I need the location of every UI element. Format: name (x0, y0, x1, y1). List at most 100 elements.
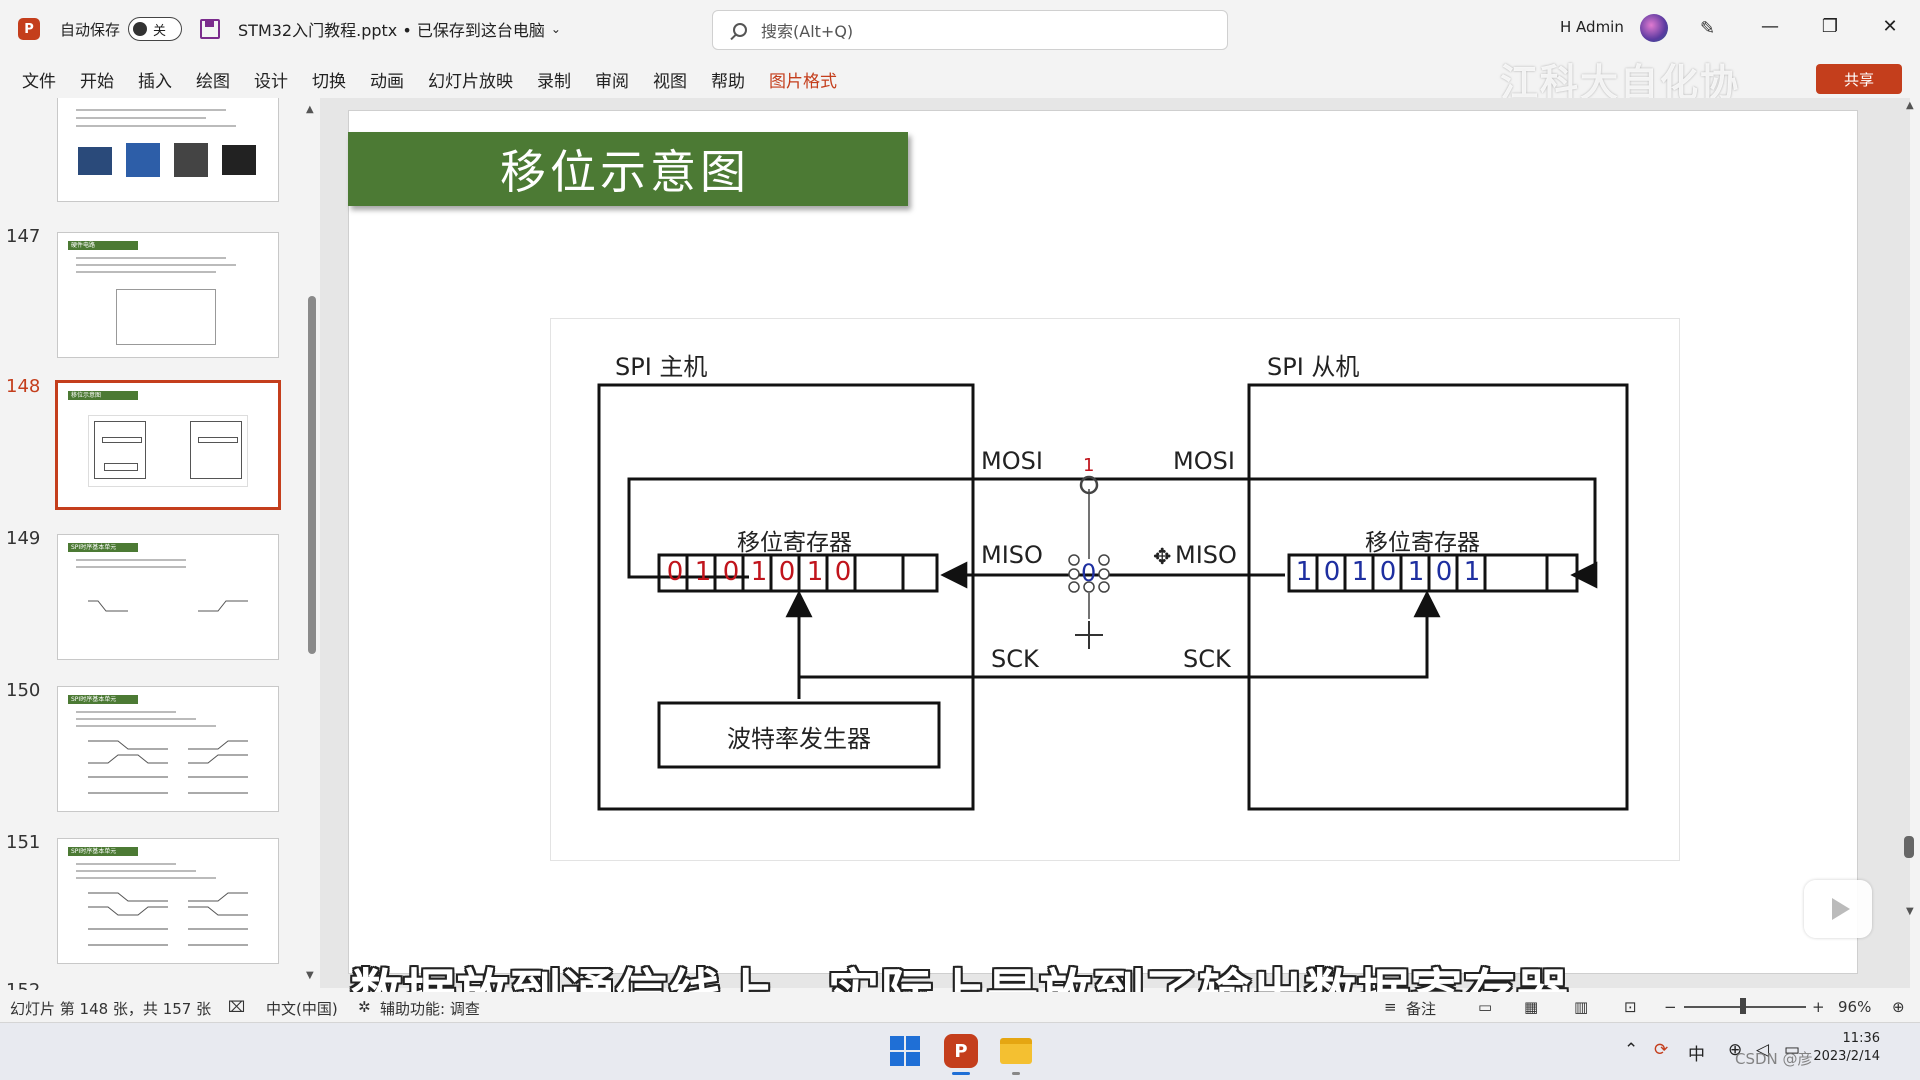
tab-design[interactable]: 设计 (242, 67, 300, 92)
user-name[interactable]: H Admin (1560, 18, 1624, 36)
slide-info: 幻灯片 第 148 张，共 157 张 (10, 1000, 212, 1018)
search-box[interactable]: 搜索(Alt+Q) (712, 10, 1228, 50)
zoom-in-icon[interactable]: + (1812, 998, 1825, 1016)
document-title[interactable]: STM32入门教程.pptx • 已保存到这台电脑 (238, 17, 545, 41)
accessibility-icon: ✲ (358, 998, 371, 1016)
master-bit: 1 (750, 557, 768, 587)
master-bit: 1 (694, 557, 712, 587)
shift-register-diagram[interactable]: SPI 主机 SPI 从机 MOSI MOSI MISO MISO SCK SC… (550, 318, 1680, 861)
tab-file[interactable]: 文件 (0, 67, 68, 92)
zoom-level[interactable]: 96% (1838, 998, 1871, 1016)
moving-bit-selected[interactable]: 0 (1081, 559, 1096, 587)
slave-register-label: 移位寄存器 (1365, 530, 1480, 556)
tab-review[interactable]: 审阅 (583, 67, 641, 92)
tray-app-icon[interactable]: ⟳ (1654, 1040, 1668, 1060)
avatar[interactable] (1640, 14, 1668, 42)
master-bit: 0 (778, 557, 796, 587)
miso-label-right: MISO (1175, 541, 1237, 569)
slave-box (1247, 383, 1629, 811)
windows-start-icon[interactable] (890, 1036, 920, 1066)
slave-bit: 1 (1295, 557, 1313, 587)
slide-number-149: 149 (6, 528, 41, 549)
slide-scrollbar[interactable]: ▲ ▼ (1904, 98, 1916, 988)
app-indicator (1012, 1072, 1020, 1075)
zoom-slider-knob[interactable] (1740, 998, 1746, 1014)
master-bit: 1 (806, 557, 824, 587)
spellcheck-icon[interactable]: ⌧ (228, 998, 245, 1016)
slide-thumbnail-150[interactable]: SPI时序基本单元 (57, 686, 279, 812)
taskbar-powerpoint-icon[interactable]: P (944, 1034, 978, 1068)
slide-number-150: 150 (6, 680, 41, 701)
close-icon[interactable]: ✕ (1875, 16, 1905, 37)
tab-help[interactable]: 帮助 (699, 67, 757, 92)
thumbnail-pane: 147 硬件电路 148 移位示意图 149 SPI时序基本单元 150 SPI… (0, 98, 320, 990)
active-app-indicator (952, 1072, 970, 1075)
master-bit: 0 (666, 557, 684, 587)
slave-bit: 0 (1323, 557, 1341, 587)
sck-label-right: SCK (1183, 645, 1231, 673)
master-label: SPI 主机 (615, 353, 708, 381)
slave-bit: 0 (1435, 557, 1453, 587)
slide-thumbnail-148[interactable]: 移位示意图 (55, 380, 281, 510)
language[interactable]: 中文(中国) (266, 998, 338, 1019)
clock-time: 11:36 (1842, 1031, 1880, 1046)
tab-home[interactable]: 开始 (68, 67, 126, 92)
notes-icon: ≡ (1384, 998, 1397, 1016)
accessibility-status[interactable]: 辅助功能: 调查 (380, 998, 480, 1019)
slide-number-148: 148 (6, 376, 41, 397)
normal-view-icon[interactable]: ▭ (1478, 998, 1492, 1016)
ribbon-tabs: 文件 开始 插入 绘图 设计 切换 动画 幻灯片放映 录制 审阅 视图 帮助 图… (0, 62, 1920, 96)
tab-animations[interactable]: 动画 (358, 67, 416, 92)
slide-thumbnail-147[interactable]: 硬件电路 (57, 232, 279, 358)
slave-bit: 1 (1407, 557, 1425, 587)
slide-thumbnail-146[interactable] (57, 98, 279, 202)
slave-bit: 1 (1463, 557, 1481, 587)
powerpoint-icon: P (18, 18, 40, 40)
tab-transitions[interactable]: 切换 (300, 67, 358, 92)
slide-number-151: 151 (6, 832, 41, 853)
slide-thumbnail-151[interactable]: SPI时序基本单元 (57, 838, 279, 964)
ime-indicator[interactable]: 中 (1688, 1040, 1705, 1065)
play-icon[interactable] (1804, 880, 1872, 938)
file-explorer-icon[interactable] (1000, 1038, 1032, 1064)
slave-bit: 1 (1351, 557, 1369, 587)
moving-bit-top: 1 (1083, 455, 1095, 476)
master-bit: 0 (834, 557, 852, 587)
pen-icon[interactable]: ✎ (1700, 18, 1722, 40)
slide-sorter-icon[interactable]: ▦ (1524, 998, 1538, 1016)
status-bar: 幻灯片 第 148 张，共 157 张 ⌧ 中文(中国) ✲ 辅助功能: 调查 … (0, 992, 1920, 1022)
slave-label: SPI 从机 (1267, 353, 1360, 381)
search-icon (733, 23, 747, 37)
slide-thumbnail-149[interactable]: SPI时序基本单元 (57, 534, 279, 660)
save-icon[interactable] (200, 19, 221, 39)
reading-view-icon[interactable]: ▥ (1574, 998, 1588, 1016)
tab-view[interactable]: 视图 (641, 67, 699, 92)
sck-label-left: SCK (991, 645, 1039, 673)
tab-picture-format[interactable]: 图片格式 (757, 67, 849, 92)
baud-generator-label: 波特率发生器 (727, 725, 871, 753)
cursor-icon: ✥ (1153, 545, 1172, 570)
tab-slideshow[interactable]: 幻灯片放映 (416, 67, 525, 92)
tab-draw[interactable]: 绘图 (184, 67, 242, 92)
slide-title[interactable]: 移位示意图 (348, 132, 908, 206)
slideshow-icon[interactable]: ⊡ (1624, 998, 1637, 1016)
tray-chevron-icon[interactable]: ⌃ (1624, 1040, 1638, 1060)
thumbnail-scroll-thumb[interactable] (308, 296, 316, 654)
slide-number-147: 147 (6, 226, 41, 247)
search-placeholder: 搜索(Alt+Q) (761, 22, 854, 41)
slave-bit: 0 (1379, 557, 1397, 587)
autosave-label: 自动保存 (60, 20, 121, 39)
master-register-label: 移位寄存器 (737, 530, 852, 556)
chevron-down-icon[interactable]: ⌄ (551, 22, 561, 36)
restore-icon[interactable]: ❐ (1815, 16, 1845, 37)
tab-record[interactable]: 录制 (525, 67, 583, 92)
minimize-icon[interactable]: — (1755, 16, 1785, 37)
fit-slide-icon[interactable]: ⊕ (1892, 998, 1905, 1016)
miso-label-left: MISO (981, 541, 1043, 569)
mosi-label-right: MOSI (1173, 447, 1235, 475)
notes-button[interactable]: 备注 (1406, 998, 1436, 1019)
master-bit: 0 (722, 557, 740, 587)
zoom-out-icon[interactable]: − (1664, 998, 1677, 1016)
autosave-toggle[interactable]: 关 (128, 17, 183, 41)
tab-insert[interactable]: 插入 (126, 67, 184, 92)
